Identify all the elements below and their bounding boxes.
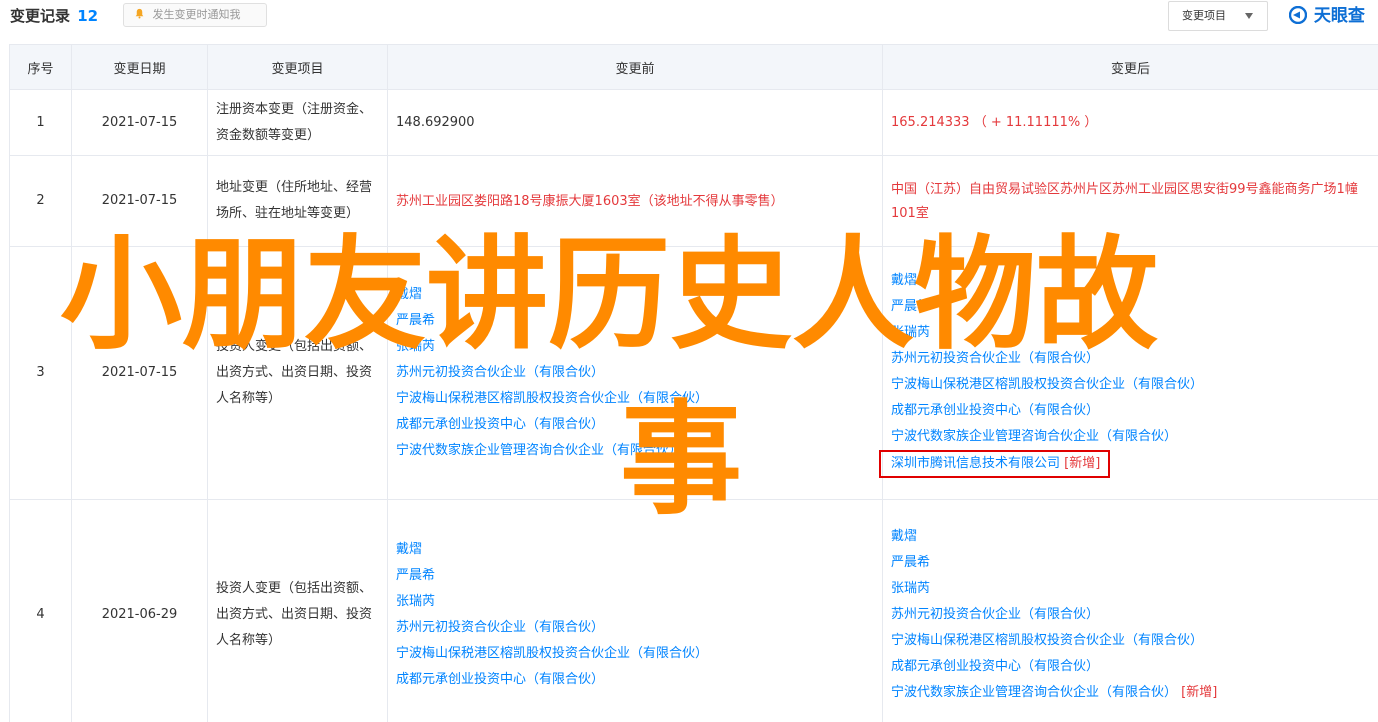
new-investor-link[interactable]: 宁波代数家族企业管理咨询合伙企业（有限合伙）	[891, 685, 1177, 700]
new-tag: [新增]	[1064, 456, 1101, 471]
after-value: 中国（江苏）自由贸易试验区苏州片区苏州工业园区思安街99号鑫能商务广场1幢101…	[891, 181, 1358, 221]
investor-link[interactable]: 张瑞芮	[396, 589, 874, 615]
row-no: 4	[9, 499, 72, 722]
caret-down-icon	[1245, 13, 1253, 19]
section-title-text: 变更记录	[10, 7, 71, 25]
header-date: 变更日期	[71, 44, 208, 90]
row-before: 148.692900	[387, 89, 883, 156]
table-row: 4 2021-06-29 投资人变更（包括出资额、出资方式、出资日期、投资人名称…	[9, 499, 1378, 722]
new-investor-line: 深圳市腾讯信息技术有限公司 [新增]	[879, 450, 1370, 478]
section-title: 变更记录 12	[10, 5, 98, 26]
row-before: 苏州工业园区娄阳路18号康振大厦1603室（该地址不得从事零售）	[387, 155, 883, 247]
bell-icon	[135, 8, 144, 19]
row-date: 2021-07-15	[71, 246, 208, 500]
investor-link[interactable]: 张瑞芮	[891, 576, 1370, 602]
investor-link[interactable]: 张瑞芮	[891, 320, 1370, 346]
row-no: 1	[9, 89, 72, 156]
investor-link[interactable]: 宁波代数家族企业管理咨询合伙企业（有限合伙）	[396, 438, 874, 464]
notify-button-label: 发生变更时通知我	[152, 8, 241, 21]
investor-link[interactable]: 宁波梅山保税港区榕凯股权投资合伙企业（有限合伙）	[396, 641, 874, 667]
row-before: 戴熠 严晨希 张瑞芮 苏州元初投资合伙企业（有限合伙） 宁波梅山保税港区榕凯股权…	[387, 499, 883, 722]
investor-link[interactable]: 成都元承创业投资中心（有限合伙）	[891, 398, 1370, 424]
investor-link[interactable]: 戴熠	[891, 268, 1370, 294]
table-row: 3 2021-07-15 投资人变更（包括出资额、出资方式、出资日期、投资人名称…	[9, 246, 1378, 500]
record-count: 12	[77, 7, 99, 25]
investor-link[interactable]: 戴熠	[396, 282, 874, 308]
row-item: 投资人变更（包括出资额、出资方式、出资日期、投资人名称等）	[207, 499, 388, 722]
new-investor-line: 宁波代数家族企业管理咨询合伙企业（有限合伙） [新增]	[891, 680, 1370, 706]
investor-link[interactable]: 成都元承创业投资中心（有限合伙）	[891, 654, 1370, 680]
new-tag: [新增]	[1181, 684, 1218, 700]
row-no: 2	[9, 155, 72, 247]
before-value: 148.692900	[396, 115, 475, 130]
row-date: 2021-07-15	[71, 89, 208, 156]
investor-link[interactable]: 戴熠	[891, 524, 1370, 550]
row-before: 戴熠 严晨希 张瑞芮 苏州元初投资合伙企业（有限合伙） 宁波梅山保税港区榕凯股权…	[387, 246, 883, 500]
investor-link[interactable]: 严晨希	[396, 308, 874, 334]
row-after: 中国（江苏）自由贸易试验区苏州片区苏州工业园区思安街99号鑫能商务广场1幢101…	[882, 155, 1378, 247]
row-date: 2021-06-29	[71, 499, 208, 722]
investor-link[interactable]: 严晨希	[891, 550, 1370, 576]
investor-link[interactable]: 戴熠	[396, 537, 874, 563]
row-item: 注册资本变更（注册资金、资金数额等变更）	[207, 89, 388, 156]
investor-link[interactable]: 宁波梅山保税港区榕凯股权投资合伙企业（有限合伙）	[396, 386, 874, 412]
row-after: 戴熠 严晨希 张瑞芮 苏州元初投资合伙企业（有限合伙） 宁波梅山保税港区榕凯股权…	[882, 499, 1378, 722]
change-records-page: 变更记录 12 发生变更时通知我 变更项目 天眼查 序号 变更日期 变更项目 变…	[0, 0, 1378, 722]
investor-link[interactable]: 宁波梅山保税港区榕凯股权投资合伙企业（有限合伙）	[891, 628, 1370, 654]
logo-text: 天眼查	[1313, 6, 1365, 26]
investor-link[interactable]: 严晨希	[891, 294, 1370, 320]
tianyancha-logo: 天眼查	[1289, 4, 1365, 28]
investor-link[interactable]: 苏州元初投资合伙企业（有限合伙）	[891, 602, 1370, 628]
table-header-row: 序号 变更日期 变更项目 变更前 变更后	[9, 44, 1378, 90]
section-header: 变更记录 12 发生变更时通知我 变更项目 天眼查	[0, 0, 1378, 34]
row-after: 165.214333 （ + 11.11111% ）	[882, 89, 1378, 156]
investor-link[interactable]: 成都元承创业投资中心（有限合伙）	[396, 667, 874, 693]
table-row: 2 2021-07-15 地址变更（住所地址、经营场所、驻在地址等变更） 苏州工…	[9, 155, 1378, 247]
investor-link[interactable]: 宁波梅山保税港区榕凯股权投资合伙企业（有限合伙）	[891, 372, 1370, 398]
table-row: 1 2021-07-15 注册资本变更（注册资金、资金数额等变更） 148.69…	[9, 89, 1378, 156]
investor-link[interactable]: 张瑞芮	[396, 334, 874, 360]
tianyancha-logo-icon	[1289, 6, 1307, 24]
row-item: 投资人变更（包括出资额、出资方式、出资日期、投资人名称等）	[207, 246, 388, 500]
investor-link[interactable]: 苏州元初投资合伙企业（有限合伙）	[891, 346, 1370, 372]
before-value: 苏州工业园区娄阳路18号康振大厦1603室（该地址不得从事零售）	[396, 193, 784, 209]
change-records-table: 序号 变更日期 变更项目 变更前 变更后 1 2021-07-15 注册资本变更…	[9, 44, 1378, 722]
change-item-filter[interactable]: 变更项目	[1168, 1, 1268, 31]
after-value: 165.214333 （ + 11.11111% ）	[891, 115, 1098, 130]
investor-link[interactable]: 苏州元初投资合伙企业（有限合伙）	[396, 615, 874, 641]
notify-button[interactable]: 发生变更时通知我	[123, 3, 267, 27]
investor-link[interactable]: 苏州元初投资合伙企业（有限合伙）	[396, 360, 874, 386]
investor-link[interactable]: 成都元承创业投资中心（有限合伙）	[396, 412, 874, 438]
header-item: 变更项目	[207, 44, 388, 90]
investor-link[interactable]: 宁波代数家族企业管理咨询合伙企业（有限合伙）	[891, 424, 1370, 450]
new-investor-link[interactable]: 深圳市腾讯信息技术有限公司	[891, 456, 1060, 471]
row-date: 2021-07-15	[71, 155, 208, 247]
header-no: 序号	[9, 44, 72, 90]
row-item: 地址变更（住所地址、经营场所、驻在地址等变更）	[207, 155, 388, 247]
investor-link[interactable]: 严晨希	[396, 563, 874, 589]
highlight-box: 深圳市腾讯信息技术有限公司 [新增]	[879, 450, 1111, 478]
header-before: 变更前	[387, 44, 883, 90]
filter-label: 变更项目	[1182, 9, 1226, 22]
header-after: 变更后	[882, 44, 1378, 90]
row-after: 戴熠 严晨希 张瑞芮 苏州元初投资合伙企业（有限合伙） 宁波梅山保税港区榕凯股权…	[879, 246, 1378, 500]
row-no: 3	[9, 246, 72, 500]
